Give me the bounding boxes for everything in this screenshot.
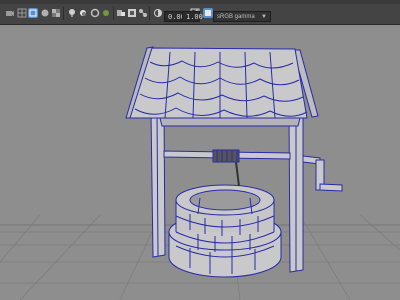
shadows-icon[interactable] bbox=[78, 8, 88, 18]
xray-joints-icon[interactable] bbox=[138, 8, 148, 18]
3d-viewport[interactable] bbox=[0, 25, 400, 300]
smooth-shade-icon[interactable] bbox=[40, 8, 50, 18]
color-management-icon[interactable] bbox=[203, 8, 213, 18]
xray-icon[interactable] bbox=[127, 8, 137, 18]
textured-icon[interactable] bbox=[51, 8, 61, 18]
gamma-field[interactable]: 1.00 bbox=[182, 11, 203, 22]
well-wireframe-render bbox=[0, 46, 400, 300]
viewport-toolbar: 0.00 1.00 sRGB gamma ▼ bbox=[0, 0, 400, 25]
stone-well bbox=[168, 184, 282, 278]
toolbar-separator bbox=[63, 7, 64, 20]
toolbar-top-strip bbox=[0, 0, 400, 4]
lights-icon[interactable] bbox=[67, 8, 77, 18]
chevron-down-icon: ▼ bbox=[261, 14, 267, 20]
grid-icon[interactable] bbox=[17, 8, 27, 18]
color-space-dropdown[interactable]: sRGB gamma ▼ bbox=[213, 11, 271, 22]
toolbar-separator bbox=[113, 7, 114, 20]
color-space-label: sRGB gamma bbox=[217, 14, 255, 20]
camera-icon[interactable] bbox=[5, 8, 15, 18]
isolate-select-icon[interactable] bbox=[116, 8, 126, 18]
wireframe-shaded-icon[interactable] bbox=[28, 8, 38, 18]
maya-viewport-window: 0.00 1.00 sRGB gamma ▼ bbox=[0, 0, 400, 300]
ambient-occlusion-icon[interactable] bbox=[90, 8, 100, 18]
roof bbox=[125, 46, 319, 127]
toolbar-separator bbox=[149, 7, 150, 20]
motion-blur-icon[interactable] bbox=[101, 8, 111, 18]
exposure-icon[interactable] bbox=[153, 8, 163, 18]
